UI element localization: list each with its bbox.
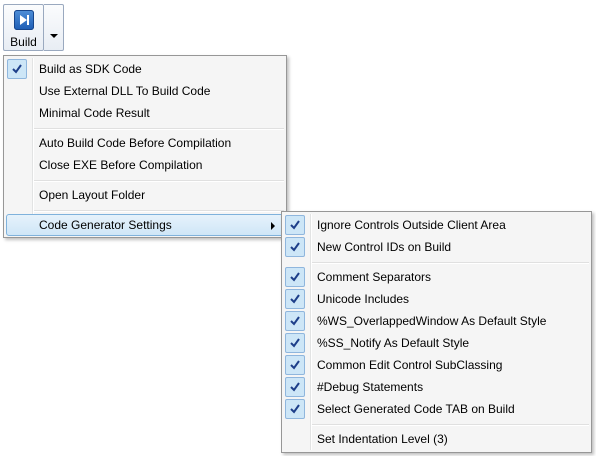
menu-item-label: Minimal Code Result bbox=[39, 106, 150, 120]
checkmark-icon bbox=[7, 59, 27, 79]
submenu-item-new-control-ids[interactable]: New Control IDs on Build bbox=[284, 236, 589, 258]
checkmark-icon bbox=[285, 289, 305, 309]
menu-item-label: %SS_Notify As Default Style bbox=[317, 336, 470, 350]
menu-separator bbox=[312, 262, 589, 264]
checkmark-icon bbox=[285, 355, 305, 375]
build-button[interactable]: Build bbox=[3, 4, 44, 51]
menu-item-label: Auto Build Code Before Compilation bbox=[39, 136, 232, 150]
build-dropdown-button[interactable] bbox=[44, 4, 64, 51]
checkmark-icon bbox=[285, 377, 305, 397]
submenu-item-ignore-controls[interactable]: Ignore Controls Outside Client Area bbox=[284, 214, 589, 236]
menu-item-build-as-sdk-code[interactable]: Build as SDK Code bbox=[6, 58, 284, 80]
build-dropdown-menu: Build as SDK Code Use External DLL To Bu… bbox=[3, 55, 287, 238]
menu-item-open-layout-folder[interactable]: Open Layout Folder bbox=[6, 184, 284, 206]
submenu-item-ws-overlappedwindow[interactable]: %WS_OverlappedWindow As Default Style bbox=[284, 310, 589, 332]
checkmark-icon bbox=[285, 237, 305, 257]
checkmark-icon bbox=[285, 311, 305, 331]
menu-item-code-generator-settings[interactable]: Code Generator Settings bbox=[6, 214, 284, 236]
menu-separator bbox=[34, 128, 284, 130]
chevron-down-icon bbox=[50, 34, 58, 38]
submenu-item-indentation-level[interactable]: Set Indentation Level (3) bbox=[284, 428, 589, 450]
menu-item-label: Common Edit Control SubClassing bbox=[317, 358, 503, 372]
menu-item-label: Unicode Includes bbox=[317, 292, 410, 306]
menu-item-minimal-code-result[interactable]: Minimal Code Result bbox=[6, 102, 284, 124]
submenu-item-debug-statements[interactable]: #Debug Statements bbox=[284, 376, 589, 398]
checkmark-icon bbox=[285, 267, 305, 287]
menu-item-label: Ignore Controls Outside Client Area bbox=[317, 218, 506, 232]
menu-item-label: #Debug Statements bbox=[317, 380, 424, 394]
menu-item-label: Select Generated Code TAB on Build bbox=[317, 402, 515, 416]
menu-item-label: Use External DLL To Build Code bbox=[39, 84, 211, 98]
menu-item-label: New Control IDs on Build bbox=[317, 240, 452, 254]
submenu-item-unicode-includes[interactable]: Unicode Includes bbox=[284, 288, 589, 310]
menu-item-label: Set Indentation Level (3) bbox=[317, 432, 448, 446]
menu-item-label: %WS_OverlappedWindow As Default Style bbox=[317, 314, 547, 328]
checkmark-icon bbox=[285, 333, 305, 353]
submenu-item-ss-notify[interactable]: %SS_Notify As Default Style bbox=[284, 332, 589, 354]
menu-item-close-exe[interactable]: Close EXE Before Compilation bbox=[6, 154, 284, 176]
chevron-right-icon bbox=[271, 222, 275, 230]
menu-item-label: Comment Separators bbox=[317, 270, 432, 284]
menu-item-label: Build as SDK Code bbox=[39, 62, 142, 76]
menu-item-label: Open Layout Folder bbox=[39, 188, 146, 202]
menu-item-auto-build-code[interactable]: Auto Build Code Before Compilation bbox=[6, 132, 284, 154]
submenu-item-comment-separators[interactable]: Comment Separators bbox=[284, 266, 589, 288]
checkmark-icon bbox=[285, 215, 305, 235]
play-step-icon bbox=[14, 10, 34, 30]
checkmark-icon bbox=[285, 399, 305, 419]
menu-separator bbox=[312, 424, 589, 426]
code-generator-submenu: Ignore Controls Outside Client Area New … bbox=[281, 211, 592, 453]
menu-item-use-external-dll[interactable]: Use External DLL To Build Code bbox=[6, 80, 284, 102]
menu-item-label: Close EXE Before Compilation bbox=[39, 158, 203, 172]
menu-separator bbox=[34, 210, 284, 212]
submenu-item-select-code-tab[interactable]: Select Generated Code TAB on Build bbox=[284, 398, 589, 420]
menu-separator bbox=[34, 180, 284, 182]
menu-item-label: Code Generator Settings bbox=[39, 218, 172, 232]
build-button-label: Build bbox=[10, 35, 37, 49]
submenu-item-edit-subclassing[interactable]: Common Edit Control SubClassing bbox=[284, 354, 589, 376]
